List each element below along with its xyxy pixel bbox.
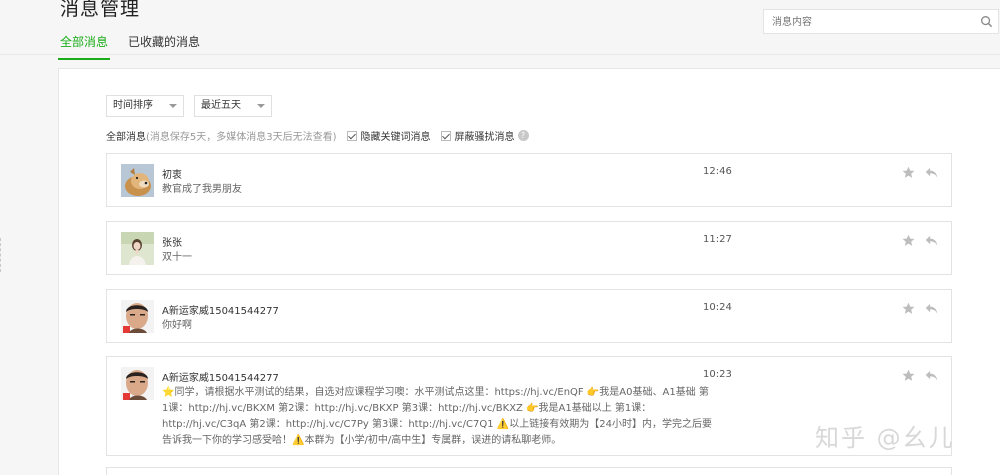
reply-icon[interactable]: [925, 166, 938, 179]
message-item: 初衷 教官成了我男朋友 12:46: [106, 153, 952, 207]
sender-name: 初衷: [162, 170, 182, 181]
avatar[interactable]: [121, 367, 154, 400]
message-time: 12:46: [703, 166, 732, 177]
message-item-partial: [106, 467, 952, 475]
sort-select-label: 时间排序: [113, 100, 153, 111]
sender-name: A新运家威15041544277: [162, 306, 279, 317]
sender-name: A新运家威15041544277: [162, 373, 279, 384]
hide-keyword-label: 隐藏关键词消息: [360, 132, 431, 143]
star-icon[interactable]: [902, 369, 915, 382]
message-text: 教官成了我男朋友: [162, 184, 242, 195]
range-select[interactable]: 最近五天: [194, 95, 272, 117]
reply-icon[interactable]: [925, 302, 938, 315]
reply-icon[interactable]: [925, 234, 938, 247]
page-title: 消息管理: [60, 0, 141, 20]
message-time: 11:27: [703, 234, 732, 245]
message-text: ⭐同学，请根据水平测试的结果，自选对应课程学习噢：水平测试点这里：https:/…: [162, 387, 712, 446]
hide-keyword-checkbox[interactable]: [346, 130, 357, 141]
chevron-down-icon: [257, 104, 265, 108]
avatar[interactable]: [121, 164, 154, 197]
sort-select[interactable]: 时间排序: [106, 95, 184, 117]
message-time: 10:23: [703, 369, 732, 380]
sender-name: 张张: [162, 238, 182, 249]
side-handle: [0, 238, 3, 272]
tab-starred-messages[interactable]: 已收藏的消息: [126, 30, 202, 60]
filter-row: 全部消息 (消息保存5天，多媒体消息3天后无法查看) 隐藏关键词消息 屏蔽骚扰消…: [106, 128, 529, 143]
message-item: 张张 双十一 11:27: [106, 221, 952, 275]
message-text: 你好啊: [162, 320, 192, 331]
block-harass-label: 屏蔽骚扰消息: [454, 132, 515, 143]
watermark: 知乎 @幺儿: [815, 424, 955, 452]
reply-icon[interactable]: [925, 369, 938, 382]
help-icon[interactable]: ?: [517, 130, 529, 141]
star-icon[interactable]: [902, 302, 915, 315]
message-time: 10:24: [703, 302, 732, 313]
star-icon[interactable]: [902, 234, 915, 247]
range-select-label: 最近五天: [201, 100, 241, 111]
search-icon[interactable]: [980, 15, 993, 28]
tab-bar: 全部消息 已收藏的消息: [58, 30, 218, 60]
block-harass-checkbox[interactable]: [440, 130, 451, 141]
header-divider: [0, 54, 1000, 55]
all-messages-label: 全部消息: [106, 132, 146, 143]
message-text: 双十一: [162, 252, 192, 263]
search-input[interactable]: [764, 11, 969, 34]
avatar[interactable]: [121, 300, 154, 333]
tab-all-messages[interactable]: 全部消息: [58, 30, 111, 60]
avatar[interactable]: [121, 232, 154, 265]
message-item: A新运家威15041544277 你好啊 10:24: [106, 289, 952, 343]
retention-note: (消息保存5天，多媒体消息3天后无法查看): [146, 132, 337, 143]
search-box: [763, 9, 999, 34]
chevron-down-icon: [169, 104, 177, 108]
star-icon[interactable]: [902, 166, 915, 179]
